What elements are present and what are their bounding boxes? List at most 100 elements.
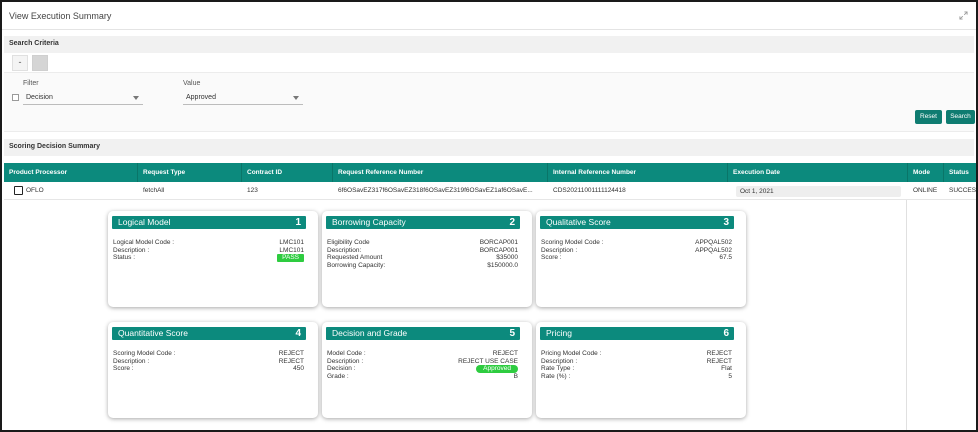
row-key: Requested Amount <box>327 254 383 261</box>
row-value: REJECT <box>278 357 304 365</box>
card-row: Scoring Model Code : REJECT <box>113 350 304 358</box>
column-header-contract-id[interactable]: Contract ID <box>242 163 333 182</box>
row-key: Scoring Model Code : <box>113 350 176 357</box>
view-toggle-button[interactable] <box>32 55 48 71</box>
card-header: Borrowing Capacity 2 <box>326 216 520 229</box>
row-key: Description : <box>327 357 364 365</box>
card-row: Eligibility Code BORCAP001 <box>327 239 518 247</box>
row-key: Rate (%) : <box>541 372 571 380</box>
cell-execution-date: Oct 1, 2021 <box>736 186 901 197</box>
card-title: Borrowing Capacity <box>332 217 406 227</box>
card-header: Qualitative Score 3 <box>540 216 734 229</box>
row-value: REJECT USE CASE <box>458 357 518 365</box>
cell-internal-reference: CDS20211001111124418 <box>553 187 626 194</box>
card-title: Logical Model <box>118 217 171 227</box>
filter-select[interactable]: Decision <box>23 91 143 105</box>
card-logical-model: Logical Model 1 Logical Model Code : LMC1… <box>108 211 318 307</box>
row-key: Description : <box>541 246 578 254</box>
chevron-down-icon <box>293 96 299 100</box>
card-row: Description : LMC101 <box>113 247 304 255</box>
card-header: Quantitative Score 4 <box>112 327 306 340</box>
card-row: Description : REJECT USE CASE <box>327 358 518 366</box>
row-key: Model Code : <box>327 350 366 357</box>
row-value: 450 <box>293 365 304 372</box>
search-button[interactable]: Search <box>946 110 975 124</box>
row-value: LMC101 <box>279 239 304 246</box>
card-header: Decision and Grade 5 <box>326 327 520 340</box>
row-value: LMC101 <box>279 246 304 254</box>
value-select-value: Approved <box>186 94 216 101</box>
filter-select-value: Decision <box>26 94 53 101</box>
filter-panel: Filter Decision Value Approved <box>4 72 974 132</box>
card-row: Rate (%) : 5 <box>541 373 732 381</box>
pass-badge: PASS <box>277 254 304 262</box>
row-key: Grade : <box>327 372 349 380</box>
card-decision-and-grade: Decision and Grade 5 Model Code : REJECT … <box>322 322 532 418</box>
card-row: Requested Amount $35000 <box>327 254 518 262</box>
card-row: Model Code : REJECT <box>327 350 518 358</box>
card-row: Description : REJECT <box>541 358 732 366</box>
row-key: Logical Model Code : <box>113 239 175 246</box>
row-value: APPQAL502 <box>695 239 732 246</box>
value-select[interactable]: Approved <box>183 91 303 105</box>
card-row: Description : APPQAL502 <box>541 247 732 255</box>
search-criteria-header: Search Criteria <box>4 36 974 53</box>
row-key: Rate Type : <box>541 365 575 372</box>
collapse-toggle-button[interactable]: - <box>12 55 28 71</box>
expand-arrows-icon[interactable] <box>959 11 968 20</box>
cell-request-type: fetchAll <box>143 187 165 194</box>
row-key: Score : <box>113 365 134 372</box>
card-quantitative-score: Quantitative Score 4 Scoring Model Code … <box>108 322 318 418</box>
row-key: Description : <box>541 357 578 365</box>
column-header-internal-reference[interactable]: Internal Reference Number <box>548 163 728 182</box>
card-qualitative-score: Qualitative Score 3 Scoring Model Code :… <box>536 211 746 307</box>
chevron-down-icon <box>133 96 139 100</box>
card-row: Score : 67.5 <box>541 254 732 262</box>
approved-badge: Approved <box>476 365 518 373</box>
filter-checkbox[interactable] <box>12 94 19 101</box>
value-label: Value <box>183 80 201 87</box>
card-rows: Pricing Model Code : REJECT Description :… <box>541 350 732 380</box>
column-header-product-processor[interactable]: Product Processor <box>4 163 138 182</box>
scoring-summary-header: Scoring Decision Summary <box>4 139 974 156</box>
cell-product-processor: OFLO <box>26 187 44 194</box>
row-value: BORCAP001 <box>479 246 518 254</box>
row-key: Pricing Model Code : <box>541 350 602 357</box>
card-number: 1 <box>295 217 301 228</box>
cell-request-reference: 6f6OSavEZ317f6OSavEZ318f6OSavEZ319f6OSav… <box>338 187 533 194</box>
card-title: Quantitative Score <box>118 328 188 338</box>
card-title: Qualitative Score <box>546 217 611 227</box>
card-number: 5 <box>509 328 515 339</box>
search-criteria-title: Search Criteria <box>9 40 59 47</box>
row-value: 67.5 <box>719 254 732 261</box>
card-row: Pricing Model Code : REJECT <box>541 350 732 358</box>
card-number: 6 <box>723 328 729 339</box>
execution-summary-window: View Execution Summary Search Criteria -… <box>0 0 978 432</box>
reset-button[interactable]: Reset <box>915 110 942 124</box>
row-key: Score : <box>541 254 562 261</box>
title-bar: View Execution Summary <box>2 2 976 30</box>
column-header-mode[interactable]: Mode <box>908 163 944 182</box>
row-key: Scoring Model Code : <box>541 239 604 246</box>
card-header: Logical Model 1 <box>112 216 306 229</box>
scoring-summary-title: Scoring Decision Summary <box>9 143 101 150</box>
card-rows: Model Code : REJECT Description : REJECT U… <box>327 350 518 380</box>
column-header-execution-date[interactable]: Execution Date <box>728 163 908 182</box>
column-header-status[interactable]: Status <box>944 163 976 182</box>
row-key: Eligibility Code <box>327 239 370 246</box>
row-key: Description: <box>327 246 362 254</box>
card-rows: Scoring Model Code : APPQAL502 Descriptio… <box>541 239 732 262</box>
table-row[interactable]: OFLO fetchAll 123 6f6OSavEZ317f6OSavEZ31… <box>4 182 976 200</box>
card-row: Logical Model Code : LMC101 <box>113 239 304 247</box>
column-header-request-reference[interactable]: Request Reference Number <box>333 163 548 182</box>
card-number: 3 <box>723 217 729 228</box>
column-header-request-type[interactable]: Request Type <box>138 163 242 182</box>
card-row: Score : 450 <box>113 365 304 373</box>
card-row: Description: BORCAP001 <box>327 247 518 255</box>
filter-label: Filter <box>23 80 39 87</box>
card-row: Status : PASS <box>113 254 304 262</box>
card-rows: Logical Model Code : LMC101 Description :… <box>113 239 304 262</box>
card-rows: Eligibility Code BORCAP001 Description: BO… <box>327 239 518 269</box>
card-row: Scoring Model Code : APPQAL502 <box>541 239 732 247</box>
card-row: Rate Type : Flat <box>541 365 732 373</box>
